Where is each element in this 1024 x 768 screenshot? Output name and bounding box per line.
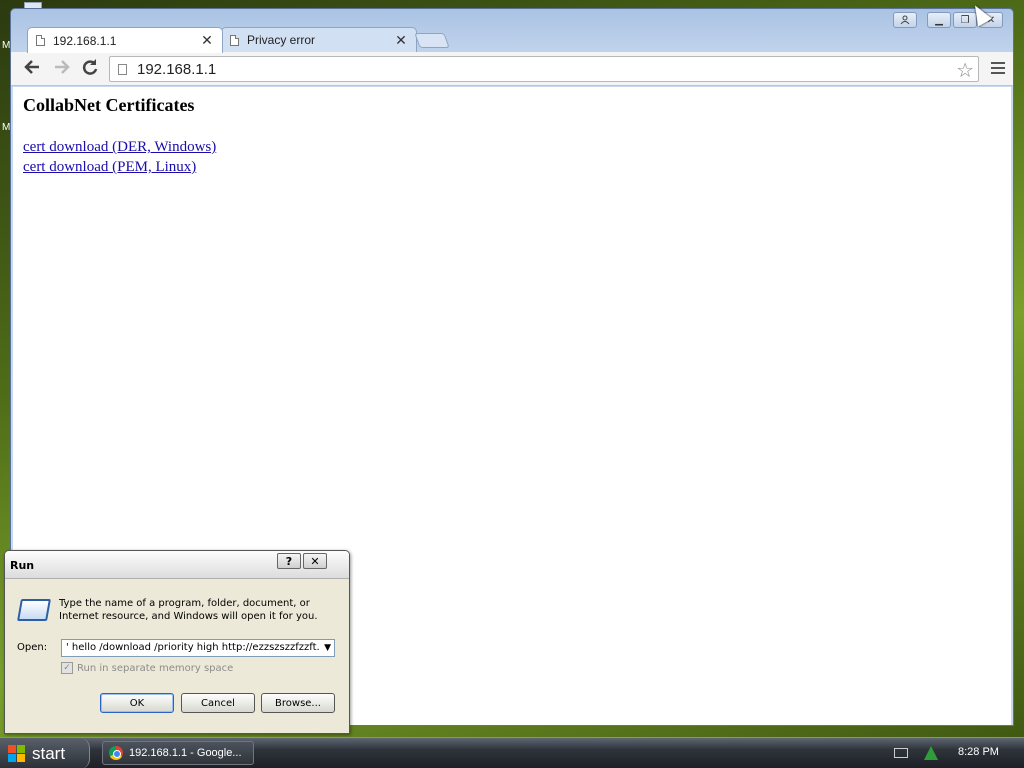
address-bar[interactable]: 192.168.1.1 ☆: [109, 56, 979, 82]
separate-memory-checkbox: ✓ Run in separate memory space: [61, 662, 233, 674]
new-tab-button[interactable]: [414, 33, 450, 48]
network-icon[interactable]: [924, 746, 938, 760]
start-button[interactable]: start: [0, 738, 90, 768]
tab-close-icon[interactable]: ✕: [394, 32, 408, 49]
page-icon: [36, 35, 45, 46]
clock[interactable]: 8:28 PM: [958, 746, 999, 758]
tab-privacy-error[interactable]: Privacy error ✕: [221, 27, 417, 52]
browse-button[interactable]: Browse...: [261, 693, 335, 713]
url-text[interactable]: 192.168.1.1: [137, 61, 216, 78]
dropdown-arrow-icon[interactable]: ▼: [324, 640, 331, 656]
taskbar: start 192.168.1.1 - Google... 8:28 PM: [0, 737, 1024, 768]
page-heading: CollabNet Certificates: [23, 95, 195, 115]
bookmark-star-icon[interactable]: ☆: [956, 58, 974, 82]
run-description: Type the name of a program, folder, docu…: [59, 598, 318, 622]
run-dialog-title: Run: [10, 559, 35, 572]
browser-toolbar: 192.168.1.1 ☆: [11, 52, 1013, 86]
run-program-icon: [17, 599, 51, 621]
taskbar-item-chrome[interactable]: 192.168.1.1 - Google...: [102, 741, 254, 765]
cert-download-pem-link[interactable]: cert download (PEM, Linux): [23, 159, 196, 176]
tab-active[interactable]: 192.168.1.1 ✕: [27, 27, 223, 53]
open-command-input[interactable]: ' hello /download /priority high http://…: [61, 639, 335, 657]
tab-close-icon[interactable]: ✕: [200, 32, 214, 49]
reload-icon[interactable]: [79, 58, 101, 80]
close-button[interactable]: ✕: [303, 553, 327, 569]
ok-button[interactable]: OK: [100, 693, 174, 713]
minimize-button[interactable]: ▁: [927, 12, 951, 28]
start-label: start: [32, 743, 66, 763]
system-tray: 8:28 PM: [894, 738, 1024, 768]
back-arrow-icon[interactable]: [21, 58, 43, 80]
open-label: Open:: [17, 642, 48, 653]
checkbox-check-icon: ✓: [61, 662, 73, 674]
user-icon[interactable]: [893, 12, 917, 28]
help-button[interactable]: ?: [277, 553, 301, 569]
page-icon: [118, 63, 127, 75]
checkbox-label: Run in separate memory space: [77, 662, 234, 674]
windows-logo-icon: [8, 744, 26, 763]
tab-title: Privacy error: [247, 33, 316, 47]
keyboard-icon[interactable]: [894, 748, 908, 758]
cert-download-der-link[interactable]: cert download (DER, Windows): [23, 139, 216, 156]
run-dialog-titlebar[interactable]: Run ? ✕: [5, 551, 349, 579]
cancel-button[interactable]: Cancel: [181, 693, 255, 713]
run-dialog: Run ? ✕ Type the name of a program, fold…: [4, 550, 350, 734]
page-icon: [230, 34, 239, 46]
chrome-icon: [109, 746, 123, 760]
taskbar-item-label: 192.168.1.1 - Google...: [129, 747, 242, 759]
menu-icon[interactable]: [991, 62, 1005, 77]
forward-arrow-icon[interactable]: [51, 58, 73, 80]
open-command-value: ' hello /download /priority high http://…: [66, 642, 320, 653]
tab-title: 192.168.1.1: [53, 33, 117, 48]
tab-strip: 192.168.1.1 ✕ Privacy error ✕ ▁ ❐ ✕: [11, 9, 1013, 53]
